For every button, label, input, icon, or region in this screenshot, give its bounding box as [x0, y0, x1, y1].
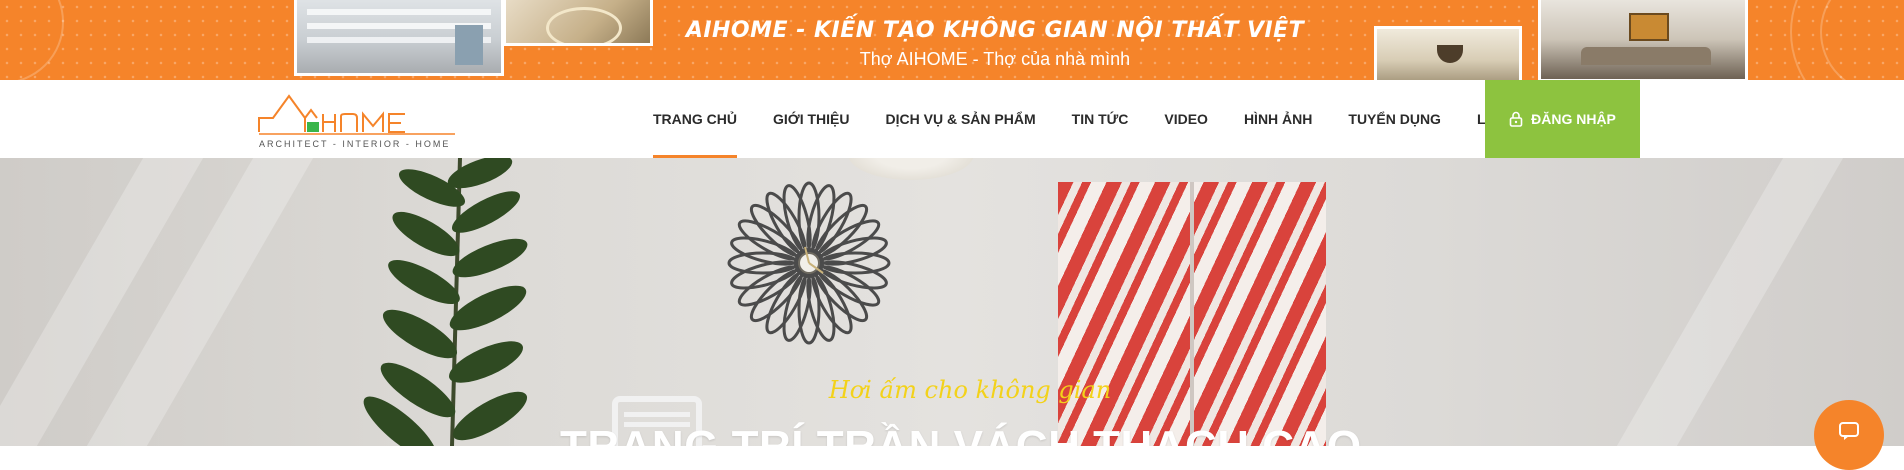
plant-icon	[363, 158, 528, 446]
nav-item-gallery[interactable]: HÌNH ẢNH	[1226, 80, 1330, 158]
banner-photo-ceiling	[294, 0, 504, 76]
aihome-logo[interactable]: ARCHITECT - INTERIOR - HOME	[255, 88, 460, 152]
hero-heading: TRANG TRÍ TRẦN VÁCH THẠCH CAO	[560, 422, 1361, 446]
nav-item-news[interactable]: TIN TỨC	[1054, 80, 1147, 158]
hero-ceiling-lamp	[848, 158, 974, 180]
banner-photo-ornament	[503, 0, 653, 46]
nav-item-video[interactable]: VIDEO	[1146, 80, 1226, 158]
banner-photo-living-room	[1538, 0, 1748, 80]
banner-decor-arc	[1820, 0, 1904, 80]
banner-title: AIHOME - KIẾN TẠO KHÔNG GIAN NỘI THẤT VI…	[685, 18, 1305, 43]
nav-item-services-products[interactable]: DỊCH VỤ & SẢN PHẨM	[868, 80, 1054, 158]
hero-light-beam	[1616, 158, 1844, 446]
hero-tagline: Hơi ấm cho không gian	[828, 376, 1112, 404]
main-navbar: ARCHITECT - INTERIOR - HOME TRANG CHỦ GI…	[0, 80, 1904, 158]
lock-icon	[1509, 111, 1523, 127]
wall-clock-icon	[727, 181, 891, 345]
login-button[interactable]: ĐĂNG NHẬP	[1485, 80, 1640, 158]
chat-icon	[1839, 422, 1859, 440]
aihome-logo-icon: ARCHITECT - INTERIOR - HOME	[258, 94, 455, 149]
main-menu: TRANG CHỦ GIỚI THIỆU DỊCH VỤ & SẢN PHẨM …	[635, 80, 1550, 158]
hero-slider: Hơi ấm cho không gian TRANG TRÍ TRẦN VÁC…	[0, 158, 1904, 446]
nav-item-recruitment[interactable]: TUYỂN DỤNG	[1330, 80, 1459, 158]
logo-tagline: ARCHITECT - INTERIOR - HOME	[259, 139, 450, 149]
banner-photo-chandelier	[1374, 26, 1522, 80]
nav-item-about[interactable]: GIỚI THIỆU	[755, 80, 868, 158]
banner-subtitle: Thợ AIHOME - Thợ của nhà mình	[859, 49, 1131, 69]
login-button-label: ĐĂNG NHẬP	[1531, 111, 1616, 127]
hero-decor-panel	[1058, 182, 1326, 446]
nav-item-home[interactable]: TRANG CHỦ	[635, 80, 755, 158]
promo-banner: AIHOME - KIẾN TẠO KHÔNG GIAN NỘI THẤT VI…	[0, 0, 1904, 80]
floating-contact-button[interactable]	[1814, 400, 1884, 470]
